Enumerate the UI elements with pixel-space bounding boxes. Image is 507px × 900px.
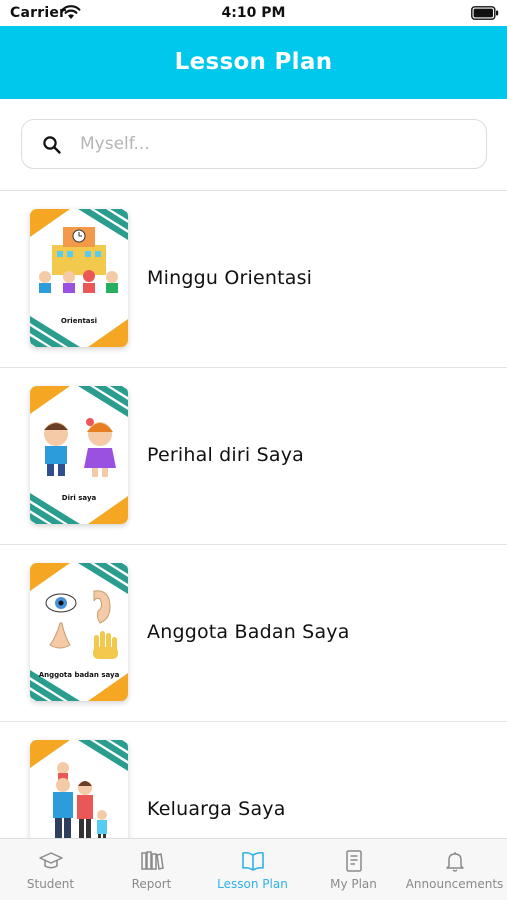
lesson-title: Perihal diri Saya bbox=[147, 444, 305, 466]
family-image bbox=[30, 740, 128, 838]
lesson-thumbnail bbox=[30, 740, 128, 838]
page-title: Lesson Plan bbox=[174, 49, 333, 75]
app-header: Lesson Plan bbox=[0, 26, 507, 99]
tab-my-plan[interactable]: My Plan bbox=[303, 839, 404, 900]
tab-student[interactable]: Student bbox=[0, 839, 101, 900]
graduation-cap-icon bbox=[39, 852, 63, 869]
tab-label: My Plan bbox=[330, 877, 377, 891]
tab-label: Student bbox=[26, 877, 75, 891]
lesson-item[interactable]: Orientasi Minggu Orientasi bbox=[0, 191, 507, 368]
battery-icon bbox=[471, 6, 499, 20]
thumbnail-caption: Diri saya bbox=[61, 494, 97, 502]
tab-label: Announcements bbox=[405, 877, 504, 891]
books-icon bbox=[141, 851, 164, 870]
thumbnail-caption: Anggota badan saya bbox=[38, 671, 120, 679]
search-input[interactable] bbox=[80, 130, 470, 158]
clock: 4:10 PM bbox=[221, 5, 286, 21]
lesson-item[interactable]: Diri saya Perihal diri Saya bbox=[0, 368, 507, 545]
thumbnail-caption: Orientasi bbox=[60, 317, 98, 325]
tab-bar: Student Report Lesson Plan My Plan Annou… bbox=[0, 838, 507, 900]
lesson-title: Keluarga Saya bbox=[147, 798, 286, 820]
status-bar: Carrier 4:10 PM bbox=[0, 0, 507, 26]
lesson-thumbnail: Diri saya bbox=[30, 386, 128, 524]
search-icon bbox=[43, 136, 61, 154]
tab-label: Lesson Plan bbox=[217, 877, 288, 891]
open-book-icon bbox=[242, 851, 264, 871]
lesson-thumbnail: Orientasi bbox=[30, 209, 128, 347]
lesson-title: Minggu Orientasi bbox=[147, 267, 313, 289]
bell-icon bbox=[446, 852, 464, 872]
notebook-icon bbox=[346, 850, 362, 872]
lesson-item[interactable]: Keluarga Saya bbox=[0, 722, 507, 838]
tab-report[interactable]: Report bbox=[101, 839, 202, 900]
tab-lesson-plan[interactable]: Lesson Plan bbox=[202, 839, 303, 900]
lesson-title: Anggota Badan Saya bbox=[147, 621, 350, 643]
tab-announcements[interactable]: Announcements bbox=[404, 839, 505, 900]
search-section bbox=[0, 99, 507, 191]
school-kids-image bbox=[30, 209, 128, 347]
lesson-list: Orientasi Minggu Orientasi Diri saya Per… bbox=[0, 191, 507, 838]
search-box[interactable] bbox=[21, 119, 487, 169]
tab-label: Report bbox=[131, 877, 172, 891]
eye-ear-nose-hand-image bbox=[30, 563, 128, 701]
lesson-item[interactable]: Anggota badan saya Anggota Badan Saya bbox=[0, 545, 507, 722]
lesson-thumbnail: Anggota badan saya bbox=[30, 563, 128, 701]
boy-girl-image bbox=[30, 386, 128, 524]
